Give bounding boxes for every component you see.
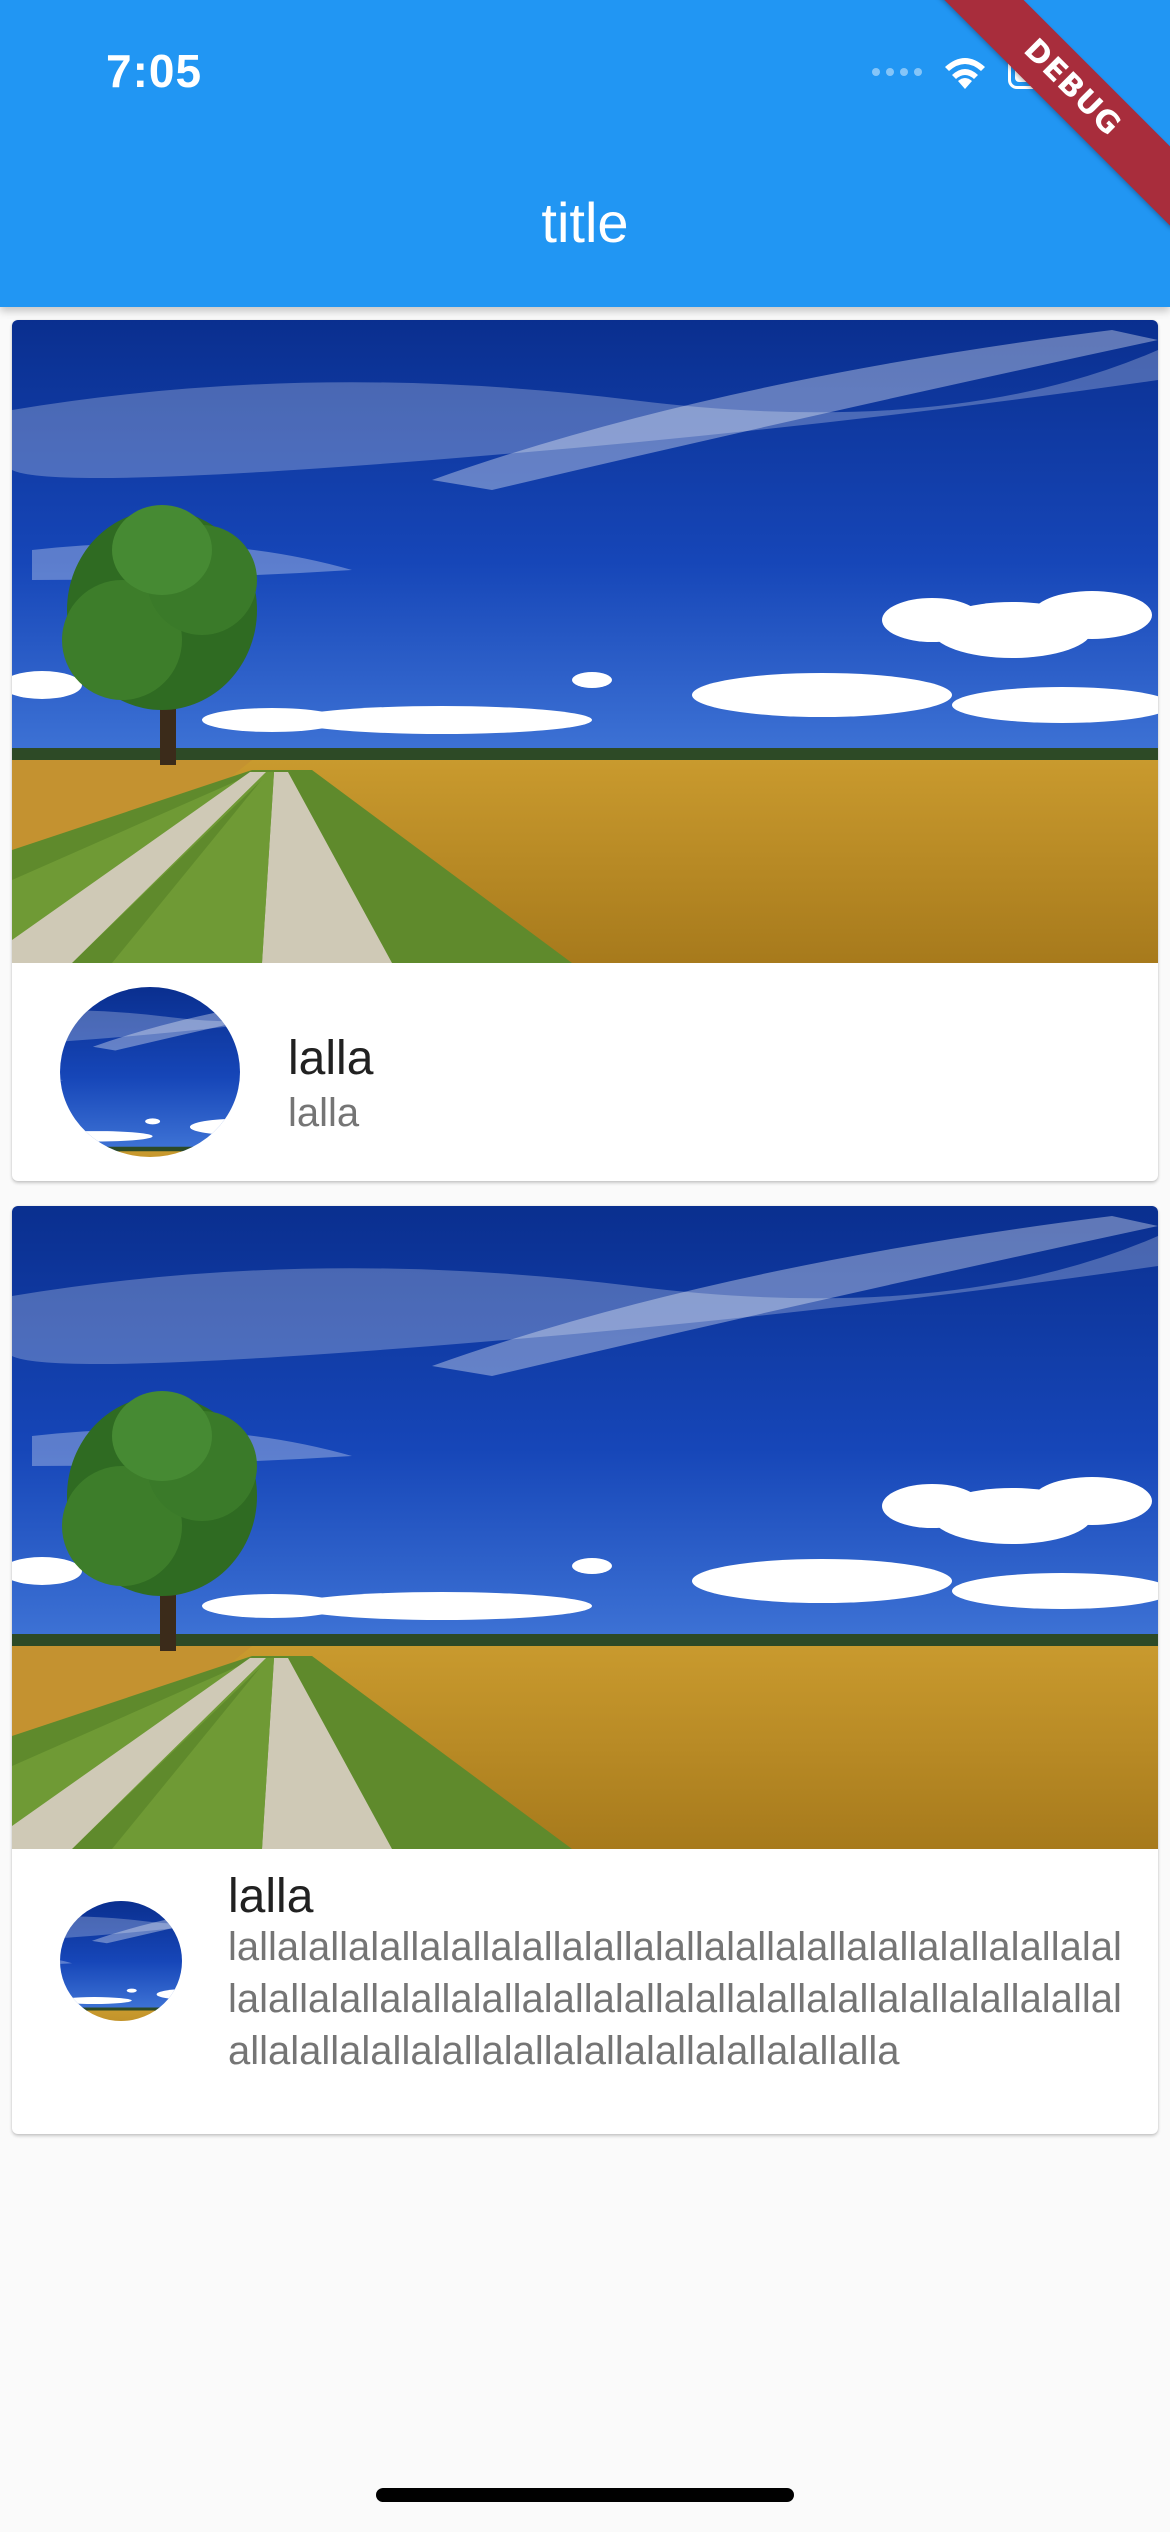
list-tile-title: lalla	[288, 1032, 374, 1085]
list-tile-subtitle: lallalallalallalallalallalallalallalalla…	[228, 1925, 1122, 2073]
avatar	[60, 1901, 182, 2021]
list-tile[interactable]: lalla lallalallalallalallalallalallalall…	[12, 1849, 1158, 2134]
card-landscape-image	[12, 1206, 1158, 1849]
page-title: title	[541, 191, 629, 254]
cellular-signal-icon	[872, 68, 922, 76]
list-tile-title: lalla	[228, 1870, 314, 1923]
image-card[interactable]: lalla lalla	[12, 320, 1158, 1181]
card-landscape-image	[12, 320, 1158, 963]
status-time: 7:05	[106, 45, 203, 97]
list-tile[interactable]: lalla lalla	[12, 963, 1158, 1181]
avatar	[60, 987, 240, 1157]
list-tile-subtitle: lalla	[288, 1091, 360, 1135]
home-indicator[interactable]	[376, 2488, 794, 2502]
wifi-icon	[945, 58, 985, 89]
image-card[interactable]: lalla lallalallalallalallalallalallalall…	[12, 1206, 1158, 2134]
